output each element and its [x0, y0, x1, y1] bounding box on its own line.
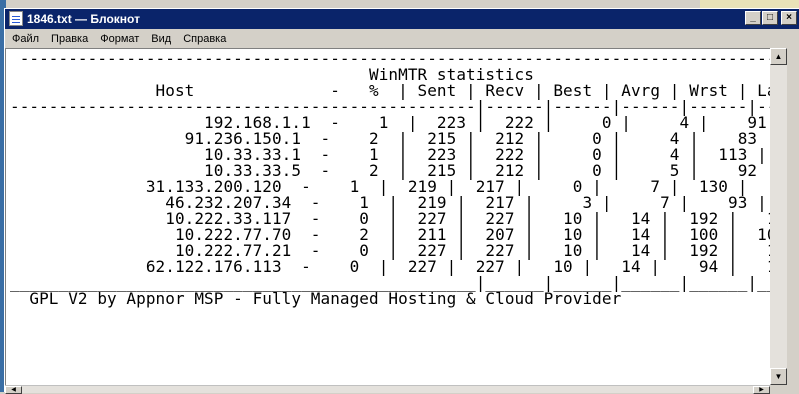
background-window-edge — [700, 0, 799, 8]
notepad-icon[interactable] — [9, 11, 23, 26]
scroll-up-arrow-icon[interactable]: ▲ — [770, 48, 787, 65]
text-line: GPL V2 by Appnor MSP - Fully Managed Hos… — [10, 289, 622, 308]
scroll-right-arrow-icon[interactable]: ▶ — [753, 386, 770, 394]
text-editor[interactable]: ----------------------------------------… — [5, 48, 770, 385]
minimize-button[interactable]: _ — [745, 11, 761, 25]
menu-edit[interactable]: Правка — [45, 30, 94, 48]
menu-bar: Файл Правка Формат Вид Справка — [5, 29, 799, 48]
vertical-scrollbar[interactable]: ▲ ▼ — [770, 48, 787, 385]
menu-file[interactable]: Файл — [5, 30, 45, 48]
menu-view[interactable]: Вид — [145, 30, 177, 48]
close-button[interactable]: × — [781, 11, 797, 25]
notepad-window: 1846.txt — Блокнот _ □ × Файл Правка Фор… — [4, 8, 799, 394]
menu-format[interactable]: Формат — [94, 30, 145, 48]
scroll-down-arrow-icon[interactable]: ▼ — [770, 368, 787, 385]
menu-help[interactable]: Справка — [177, 30, 232, 48]
document-text[interactable]: ----------------------------------------… — [10, 51, 770, 307]
title-bar[interactable]: 1846.txt — Блокнот _ □ × — [5, 9, 799, 29]
maximize-button[interactable]: □ — [762, 11, 778, 25]
window-controls: _ □ × — [744, 11, 797, 25]
window-title: 1846.txt — Блокнот — [27, 12, 140, 26]
scroll-left-arrow-icon[interactable]: ◀ — [5, 386, 22, 394]
